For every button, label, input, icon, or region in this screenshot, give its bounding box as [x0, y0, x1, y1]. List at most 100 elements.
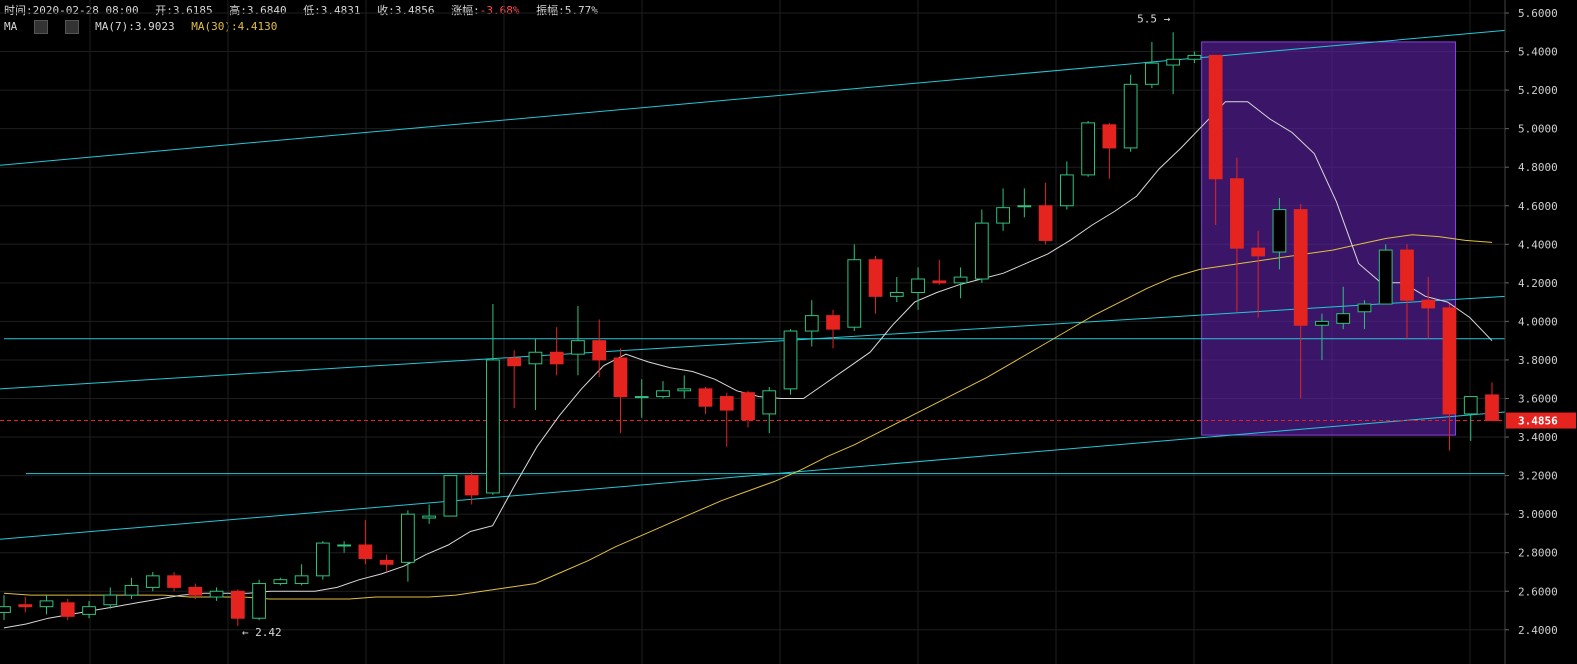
y-tick-label: 2.6000 — [1518, 585, 1558, 598]
candle — [1123, 74, 1138, 152]
candle — [358, 519, 373, 565]
candle-body — [1102, 124, 1117, 149]
candle-body — [1400, 249, 1414, 301]
candle-body — [889, 291, 904, 297]
candle-body — [60, 602, 75, 617]
y-tick-label: 5.2000 — [1518, 84, 1558, 97]
y-tick-label: 4.2000 — [1518, 277, 1558, 290]
candle-body — [18, 604, 33, 608]
candle — [167, 571, 181, 592]
candle — [124, 577, 139, 599]
candle — [401, 510, 415, 582]
candle-body — [230, 590, 245, 619]
candle-body — [124, 584, 139, 596]
candle — [571, 305, 585, 376]
candle-body — [634, 396, 649, 399]
candle-body — [252, 583, 266, 619]
candle-body — [379, 559, 394, 565]
candle-body — [82, 606, 96, 615]
candle-body — [698, 388, 713, 407]
candle — [60, 598, 75, 621]
candle-body — [507, 357, 522, 367]
candle — [443, 475, 458, 517]
candle — [1187, 51, 1202, 64]
candle-body — [337, 544, 351, 547]
candle-body — [422, 515, 437, 519]
candle-body — [762, 390, 777, 415]
y-tick-label: 4.6000 — [1518, 200, 1558, 213]
candle — [996, 188, 1010, 231]
candle-body — [486, 359, 500, 494]
candle-body — [1315, 320, 1329, 326]
candle-body — [953, 276, 968, 284]
candle-body — [1463, 396, 1478, 415]
price-axis: 5.6000 5.4000 5.2000 5.0000 4.8000 4.6000 4.40… — [1504, 0, 1576, 664]
candle-body — [145, 575, 160, 588]
candle — [528, 338, 543, 411]
candle-body — [528, 351, 543, 365]
y-tick-label: 2.8000 — [1518, 547, 1558, 560]
candle-body — [39, 600, 54, 608]
y-tick-label: 5.6000 — [1518, 7, 1558, 20]
candle — [315, 541, 330, 580]
candlestick-chart[interactable]: 5.5 → ← 2.42 5.6000 5.4000 5.2000 5.0000 4.800… — [0, 0, 1577, 664]
candle — [1081, 120, 1095, 177]
candle-body — [1251, 247, 1266, 257]
candle — [656, 381, 670, 399]
candle-body — [571, 340, 585, 355]
candle — [783, 329, 798, 395]
candle — [486, 304, 500, 495]
candle — [252, 579, 266, 621]
candle-body — [719, 396, 734, 411]
candle — [1463, 396, 1478, 441]
y-tick-label: 5.4000 — [1518, 46, 1558, 59]
y-tick-label: 5.0000 — [1518, 123, 1558, 136]
candle — [868, 255, 883, 314]
candle-body — [549, 351, 564, 365]
candle — [1485, 382, 1499, 422]
candle — [209, 587, 224, 601]
candle — [592, 319, 607, 378]
candle — [337, 541, 351, 553]
candle-body — [294, 575, 309, 585]
candle-body — [1230, 178, 1244, 249]
candle-body — [804, 315, 819, 332]
candle — [698, 386, 713, 414]
candle — [1102, 122, 1117, 179]
y-tick-label: 3.0000 — [1518, 508, 1558, 521]
candle-body — [592, 340, 607, 361]
candle — [677, 375, 692, 399]
candle-body — [1272, 209, 1287, 253]
candle-body — [911, 278, 925, 293]
candle — [1145, 41, 1159, 89]
candle — [1017, 188, 1032, 218]
candle — [549, 327, 564, 376]
candle-body — [1081, 122, 1095, 176]
candle-body — [1145, 62, 1159, 85]
candle — [889, 277, 904, 303]
candle-body — [0, 606, 11, 613]
y-tick-label: 4.4000 — [1518, 238, 1558, 251]
candle — [826, 309, 840, 349]
candle-body — [1293, 209, 1308, 326]
candle — [1378, 244, 1393, 305]
candle-body — [1123, 83, 1138, 149]
candle-body — [1421, 299, 1436, 309]
candle — [379, 554, 394, 572]
current-price-label: 3.4856 — [1518, 415, 1558, 428]
candle — [1059, 161, 1074, 210]
y-tick-label: 3.6000 — [1518, 393, 1558, 406]
low-annotation: ← 2.42 — [242, 626, 282, 639]
candle — [0, 595, 11, 621]
candle-body — [103, 594, 118, 606]
candle — [103, 587, 118, 609]
candle-body — [273, 579, 288, 585]
y-tick-label: 3.4000 — [1518, 431, 1558, 444]
y-tick-label: 3.2000 — [1518, 470, 1558, 483]
candle-body — [868, 259, 883, 297]
candle — [230, 589, 245, 626]
candle — [1166, 32, 1181, 94]
candle — [719, 392, 734, 447]
candle-body — [1166, 58, 1181, 66]
candle-body — [464, 475, 479, 496]
